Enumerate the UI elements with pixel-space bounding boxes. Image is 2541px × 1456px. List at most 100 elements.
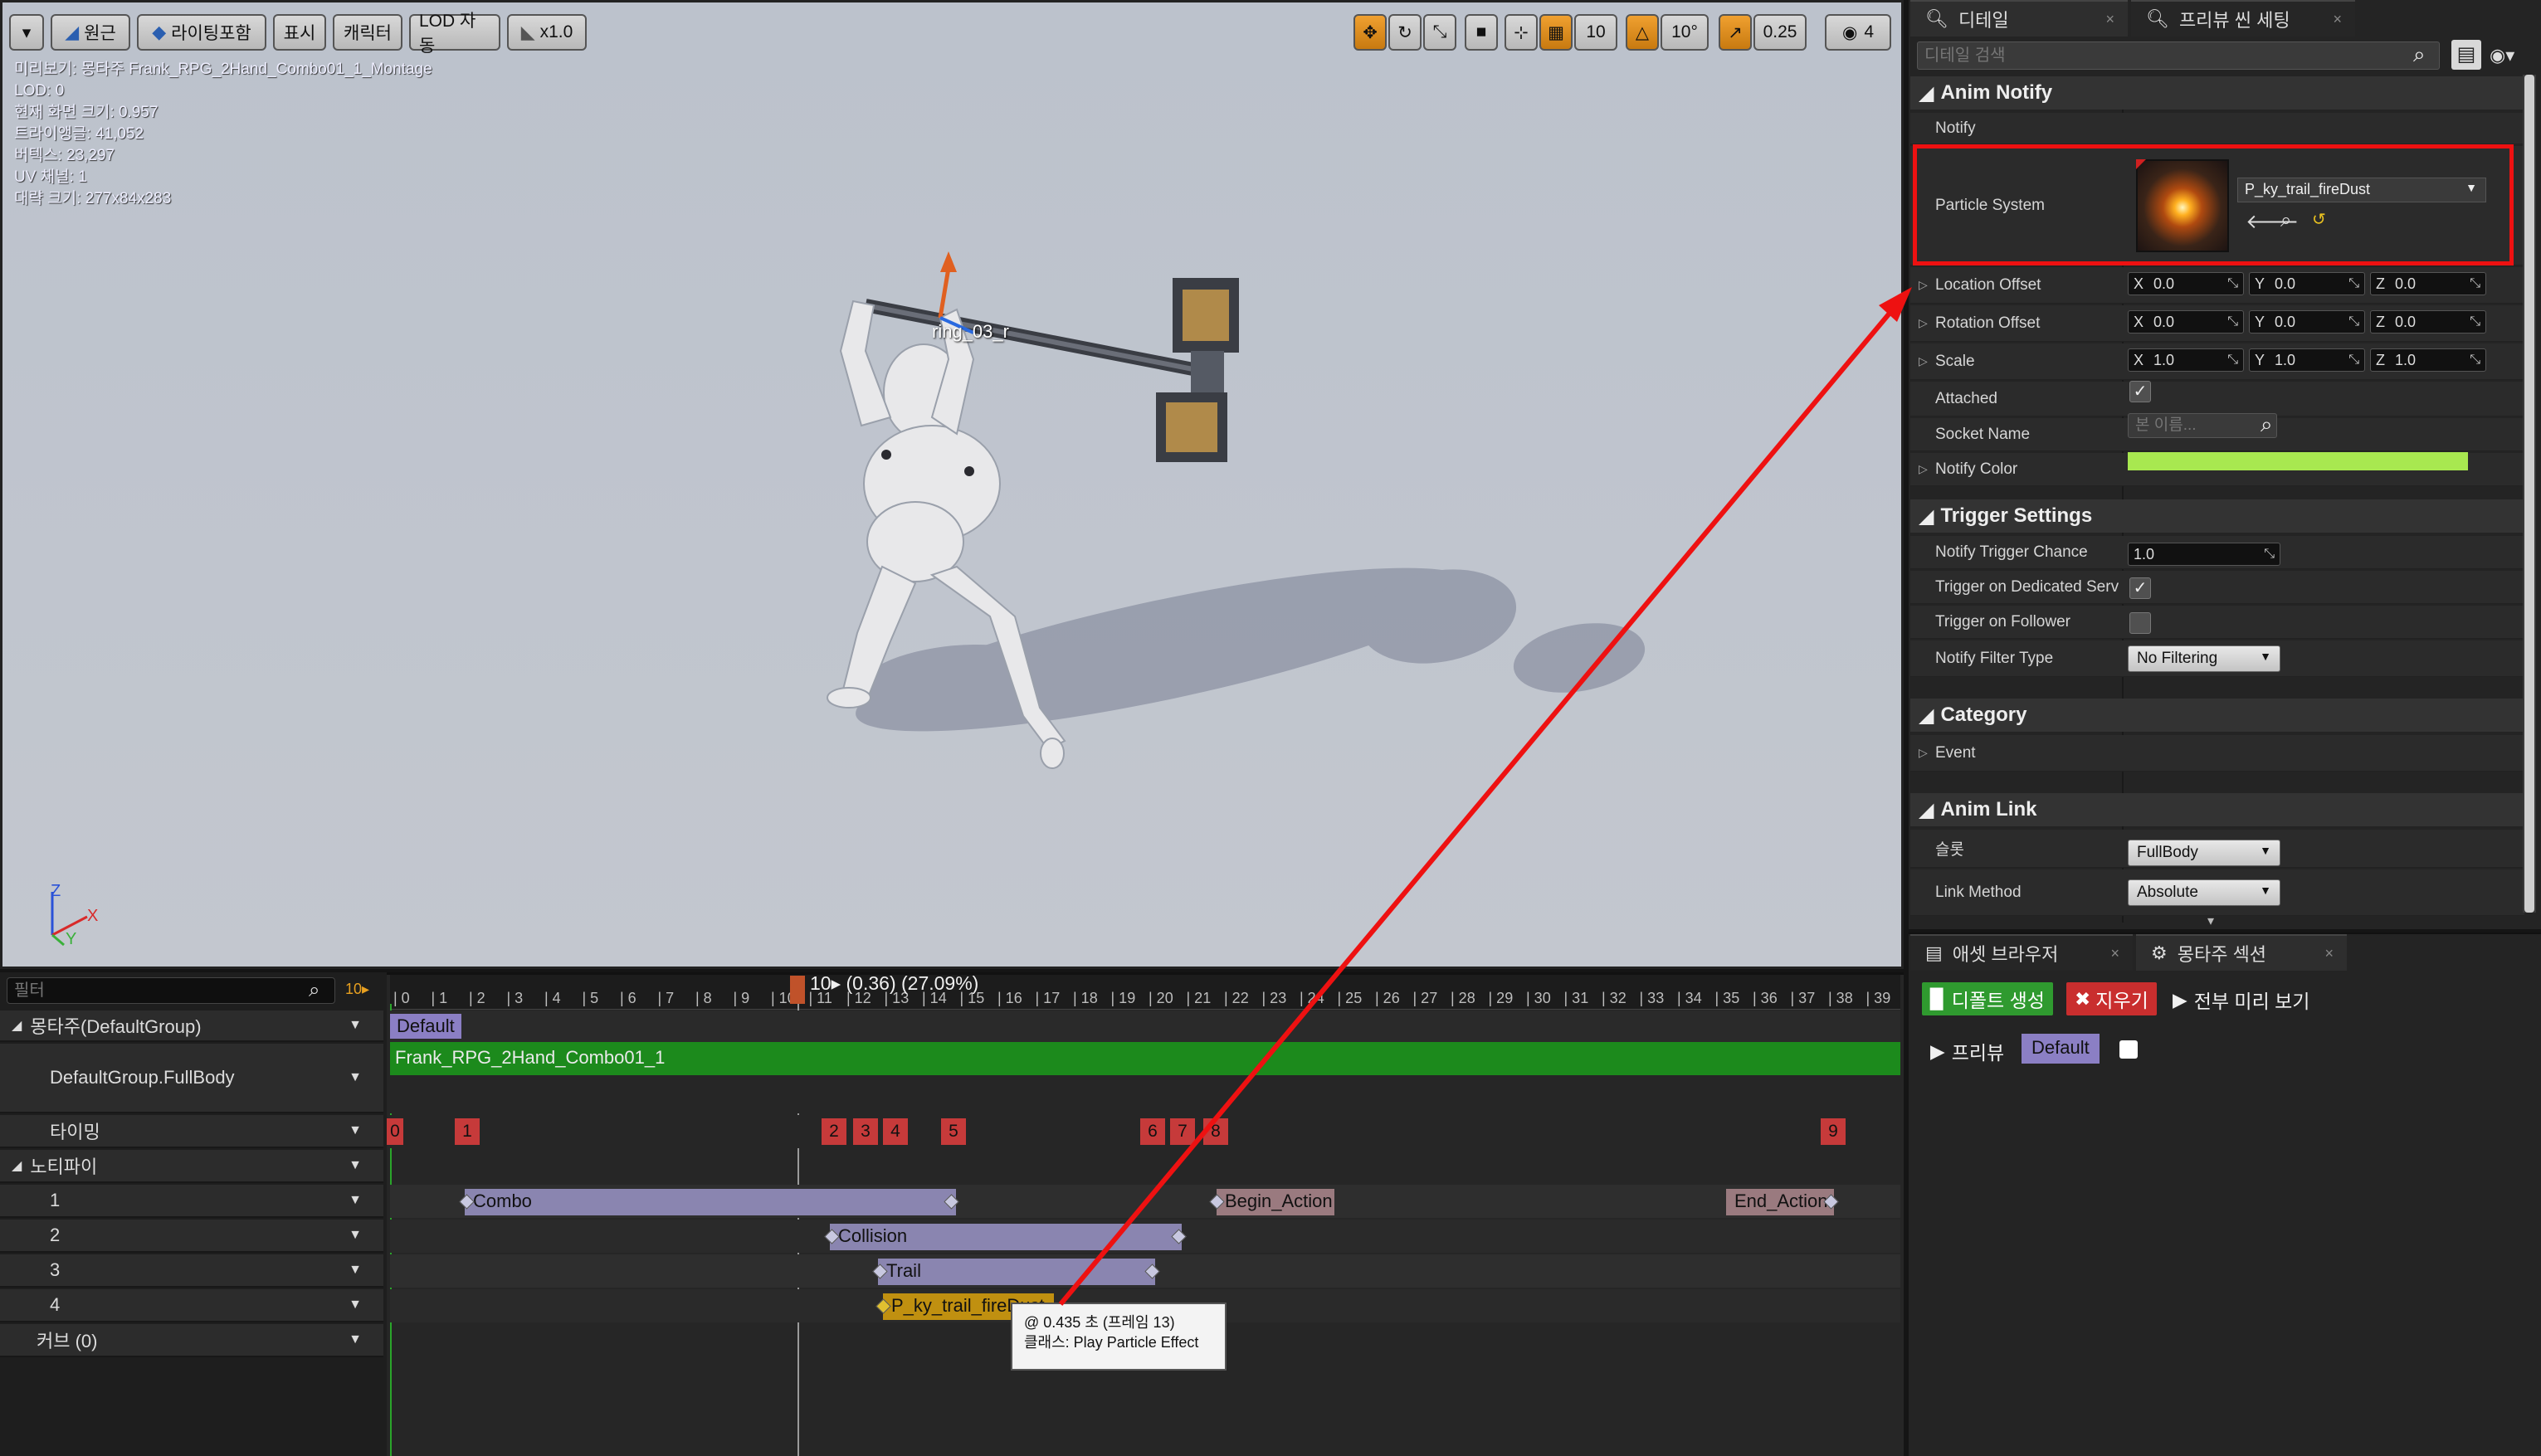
visibility-options-button[interactable]: ◉▾ xyxy=(2490,45,2514,66)
category-anim-link[interactable]: ◢ Anim Link xyxy=(1910,793,2524,826)
axis-letter: Z xyxy=(2376,275,2385,292)
timing-marker[interactable]: 7 xyxy=(1170,1118,1195,1145)
dropdown-arrow-icon[interactable]: ▼ xyxy=(349,1070,362,1085)
dropdown-arrow-icon[interactable]: ▼ xyxy=(349,1263,362,1278)
tab-details[interactable]: 🔍︎ 디테일 × xyxy=(1910,0,2128,37)
attached-checkbox[interactable]: ✓ xyxy=(2129,381,2151,402)
rotation-offset-y-field[interactable]: Y 0.0 ⤡ xyxy=(2249,310,2365,334)
dropdown-arrow-icon[interactable]: ▼ xyxy=(349,1228,362,1243)
timing-marker[interactable]: 8 xyxy=(1203,1118,1228,1145)
close-icon[interactable]: × xyxy=(2105,11,2114,28)
scrub-handle[interactable] xyxy=(790,976,805,1004)
category-category[interactable]: ◢ Category xyxy=(1910,699,2524,732)
tab-montage-sections[interactable]: ⚙ 몽타주 섹션 × xyxy=(2136,934,2347,971)
scale-x-field[interactable]: X 1.0 ⤡ xyxy=(2128,348,2244,372)
rotation-offset-x-field[interactable]: X 0.0 ⤡ xyxy=(2128,310,2244,334)
expand-triangle-icon[interactable]: ▷ xyxy=(1919,746,1928,760)
dropdown-arrow-icon[interactable]: ▼ xyxy=(349,1193,362,1208)
spin-arrows-icon: ⤡ xyxy=(2470,314,2480,329)
timing-marker[interactable]: 5 xyxy=(941,1118,966,1145)
location-offset-y-field[interactable]: Y 0.0 ⤡ xyxy=(2249,272,2365,295)
preview-viewport[interactable]: ▾ ◢ 원근 ◆ 라이팅포함 표시 캐릭터 LOD 자동 ◣ x1.0 ✥ ↻ ⤡ ■… xyxy=(0,0,1904,969)
category-anim-notify[interactable]: ◢ Anim Notify xyxy=(1910,76,2524,110)
preview-section-button[interactable]: ▶ 프리뷰 xyxy=(1930,1037,2004,1065)
spin-arrows-icon: ⤡ xyxy=(2348,276,2359,290)
location-offset-x-field[interactable]: X 0.0 ⤡ xyxy=(2128,272,2244,295)
ruler-tick-label: | 32 xyxy=(1602,990,1627,1006)
notify-collision[interactable]: Collision xyxy=(830,1224,1182,1250)
section-link-box[interactable] xyxy=(2119,1040,2138,1059)
tab-asset-browser[interactable]: ▤ 애셋 브라우저 × xyxy=(1910,934,2133,971)
search-icon[interactable]: ⌕ xyxy=(309,979,319,1002)
timing-marker[interactable]: 1 xyxy=(455,1118,480,1145)
track-montage-group[interactable]: ◢ 몽타주(DefaultGroup) ▼ xyxy=(0,1010,383,1042)
create-default-button[interactable]: ▉ 디폴트 생성 xyxy=(1922,982,2053,1015)
track-notifies[interactable]: ◢ 노티파이 ▼ xyxy=(0,1150,383,1183)
dropdown-arrow-icon[interactable]: ▼ xyxy=(349,1298,362,1312)
expand-triangle-icon[interactable]: ▷ xyxy=(1919,462,1928,476)
section-default-chip[interactable]: Default xyxy=(390,1014,461,1039)
collapse-triangle-icon[interactable]: ◢ xyxy=(12,1017,22,1034)
notify-track-3[interactable]: 3 ▼ xyxy=(0,1254,383,1288)
timing-marker[interactable]: 3 xyxy=(853,1118,878,1145)
preview-all-button[interactable]: ▶ 전부 미리 보기 xyxy=(2173,986,2309,1014)
close-icon[interactable]: × xyxy=(2110,945,2119,962)
notify-begin-action[interactable]: Begin_Action xyxy=(1217,1189,1334,1215)
prop-attached: Attached xyxy=(1910,382,2524,416)
notify-track-1[interactable]: 1 ▼ xyxy=(0,1185,383,1218)
collapse-triangle-icon[interactable]: ◢ xyxy=(12,1157,22,1174)
expand-triangle-icon[interactable]: ▷ xyxy=(1919,354,1928,368)
dedicated-server-checkbox[interactable]: ✓ xyxy=(2129,577,2151,599)
timing-marker[interactable]: 4 xyxy=(883,1118,908,1145)
rotation-offset-z-field[interactable]: Z 0.0 ⤡ xyxy=(2370,310,2486,334)
notify-color-swatch[interactable] xyxy=(2128,452,2468,470)
property-matrix-button[interactable]: ▤ xyxy=(2451,40,2481,70)
montage-anim-segment[interactable]: Frank_RPG_2Hand_Combo01_1 xyxy=(390,1042,1900,1075)
axis-letter: Z xyxy=(2376,313,2385,330)
frame-rate-label[interactable]: 10▸ xyxy=(345,981,369,998)
category-trigger-settings[interactable]: ◢ Trigger Settings xyxy=(1910,499,2524,533)
dropdown-arrow-icon[interactable]: ▼ xyxy=(349,1018,362,1033)
timing-marker[interactable]: 9 xyxy=(1821,1118,1846,1145)
slot-dropdown[interactable]: FullBody ▼ xyxy=(2128,840,2280,866)
socket-name-input[interactable] xyxy=(2128,413,2277,438)
clear-button[interactable]: ✖ 지우기 xyxy=(2066,982,2157,1015)
location-offset-z-field[interactable]: Z 0.0 ⤡ xyxy=(2370,272,2486,295)
dropdown-arrow-icon[interactable]: ▼ xyxy=(349,1123,362,1138)
details-scrollbar[interactable] xyxy=(2523,75,2536,913)
close-icon[interactable]: × xyxy=(2324,945,2334,962)
filter-type-dropdown[interactable]: No Filtering ▼ xyxy=(2128,645,2280,672)
notify-trail[interactable]: Trail xyxy=(878,1259,1155,1285)
notify-end-action[interactable]: End_Action xyxy=(1726,1189,1834,1215)
scale-y-field[interactable]: Y 1.0 ⤡ xyxy=(2249,348,2365,372)
details-search-input[interactable] xyxy=(1917,41,2440,70)
timing-marker[interactable]: 0 xyxy=(387,1118,403,1145)
notify-track-2[interactable]: 2 ▼ xyxy=(0,1220,383,1253)
tab-preview-scene-settings[interactable]: 🔍︎ 프리뷰 씬 세팅 × xyxy=(2131,0,2355,37)
timing-marker[interactable]: 2 xyxy=(822,1118,846,1145)
link-method-dropdown[interactable]: Absolute ▼ xyxy=(2128,879,2280,906)
track-filter-input[interactable] xyxy=(7,977,335,1004)
trigger-chance-field[interactable]: 1.0 ⤡ xyxy=(2128,543,2280,566)
track-curves[interactable]: 커브 (0) ▼ xyxy=(0,1324,383,1357)
spin-arrows-icon: ⤡ xyxy=(2227,353,2238,367)
expand-triangle-icon[interactable]: ▷ xyxy=(1919,316,1928,330)
ruler-tick-label: | 8 xyxy=(695,990,712,1006)
dropdown-arrow-icon[interactable]: ▼ xyxy=(349,1158,362,1173)
notify-combo[interactable]: Combo xyxy=(465,1189,956,1215)
scrollbar-thumb[interactable] xyxy=(2524,75,2534,913)
notify-track-4[interactable]: 4 ▼ xyxy=(0,1289,383,1322)
track-label: 몽타주(DefaultGroup) xyxy=(30,1016,202,1037)
timing-marker[interactable]: 6 xyxy=(1140,1118,1165,1145)
time-ruler[interactable]: | 0 | 1 | 2 | 3 | 4 | 5 | 6 | 7 | 8 | 9 | 10 | 11 | … xyxy=(390,975,1900,1010)
dropdown-arrow-icon[interactable]: ▼ xyxy=(349,1332,362,1347)
scale-z-field[interactable]: Z 1.0 ⤡ xyxy=(2370,348,2486,372)
character-shadow xyxy=(856,567,1646,732)
track-slot[interactable]: DefaultGroup.FullBody ▼ xyxy=(0,1044,383,1113)
section-default-chip[interactable]: Default xyxy=(2022,1034,2100,1064)
follower-checkbox[interactable] xyxy=(2129,612,2151,634)
track-timing[interactable]: 타이밍 ▼ xyxy=(0,1115,383,1148)
close-icon[interactable]: × xyxy=(2333,11,2342,28)
expand-triangle-icon[interactable]: ▷ xyxy=(1919,278,1928,292)
field-value: 0.0 xyxy=(2153,275,2175,292)
